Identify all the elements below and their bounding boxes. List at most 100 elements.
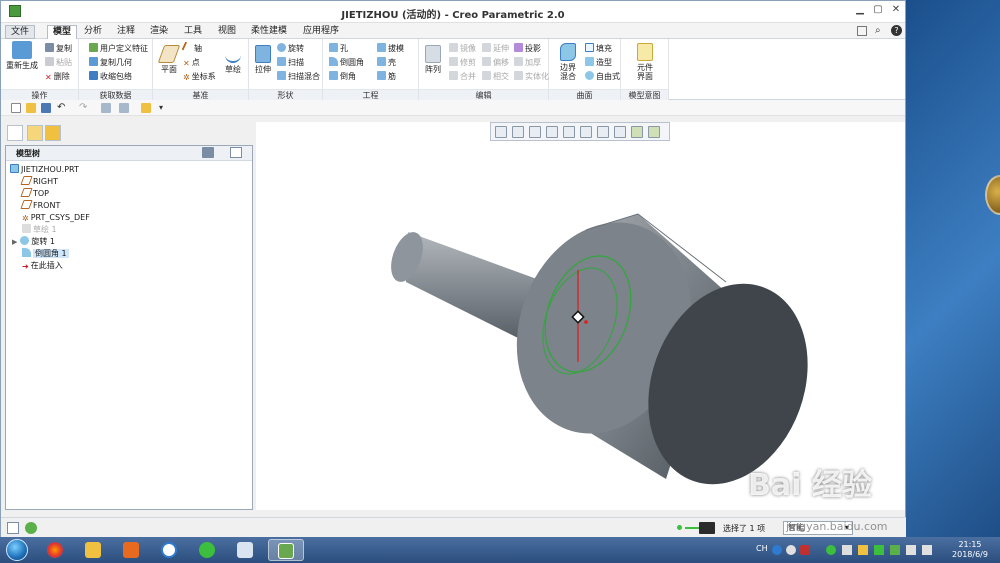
tab-analysis[interactable]: 分析	[79, 25, 107, 39]
plane-button[interactable]: 平面	[156, 43, 182, 74]
redo-icon[interactable]: ↷	[79, 103, 89, 113]
shrinkwrap-button[interactable]: 收缩包络	[89, 71, 132, 83]
minimize-icon[interactable]: ▁	[853, 4, 867, 16]
boundary-blend-button[interactable]: 边界混合	[551, 41, 585, 81]
tray-icon-6[interactable]	[858, 545, 868, 555]
tree-item-right[interactable]: RIGHT	[20, 176, 58, 188]
tree-settings-icon[interactable]	[202, 147, 214, 158]
taskbar-app-explorer[interactable]	[76, 539, 112, 561]
taskbar-app-media[interactable]	[114, 539, 150, 561]
chamfer-button[interactable]: 倒角	[329, 71, 356, 83]
offset-button[interactable]: 偏移	[482, 57, 509, 69]
search-icon[interactable]: ⌕	[875, 25, 881, 36]
model-tree-tab-icon[interactable]	[7, 125, 23, 141]
group-label-datum[interactable]: 基准	[153, 89, 248, 100]
copy-button[interactable]: 复制	[45, 43, 72, 55]
tray-icon-5[interactable]	[842, 545, 852, 555]
udf-button[interactable]: 用户定义特征	[89, 43, 148, 55]
tab-tools[interactable]: 工具	[179, 25, 207, 39]
csys-button[interactable]: ✲ 坐标系	[183, 71, 216, 83]
tab-applications[interactable]: 应用程序	[298, 25, 344, 39]
regenerate-qat-icon[interactable]	[101, 103, 111, 113]
tray-icon-3[interactable]	[800, 545, 810, 555]
merge-button[interactable]: 合并	[449, 71, 476, 83]
revolve-button[interactable]: 旋转	[277, 43, 304, 55]
tree-item-revolve[interactable]: ▶ 旋转 1	[12, 236, 55, 248]
tab-model[interactable]: 模型	[47, 25, 78, 39]
group-label-model-intent[interactable]: 模型意图	[621, 89, 668, 100]
clock[interactable]: 21:15 2018/6/9	[944, 540, 996, 560]
group-label-engineering[interactable]: 工程	[323, 89, 418, 100]
axis-button[interactable]: 轴	[181, 41, 202, 55]
solidify-button[interactable]: 实体化	[514, 71, 549, 83]
rib-button[interactable]: 筋	[377, 71, 396, 83]
favorites-tab-icon[interactable]	[45, 125, 61, 141]
part-model[interactable]	[256, 122, 905, 510]
tree-item-csys[interactable]: ✲ PRT_CSYS_DEF	[22, 212, 90, 224]
undo-icon[interactable]: ↶	[57, 103, 67, 113]
close-window-icon[interactable]	[141, 103, 151, 113]
customize-qat-icon[interactable]: ▾	[159, 103, 169, 113]
sketch-button[interactable]: 草绘	[221, 43, 245, 74]
tab-annotate[interactable]: 注释	[112, 25, 140, 39]
tree-item-sketch[interactable]: 草绘 1	[22, 224, 57, 236]
ribbon-collapse-icon[interactable]	[857, 26, 867, 36]
regenerate-button[interactable]: 重新生成	[5, 39, 39, 70]
taskbar-app-360[interactable]	[190, 539, 226, 561]
show-navigator-icon[interactable]	[7, 522, 19, 534]
taskbar-app-baidu-netdisk[interactable]	[152, 539, 188, 561]
style-button[interactable]: 造型	[585, 57, 612, 69]
windows-icon[interactable]	[119, 103, 129, 113]
group-label-surface[interactable]: 曲面	[549, 89, 620, 100]
tray-icon-4[interactable]	[826, 545, 836, 555]
component-interface-button[interactable]: 元件界面	[631, 41, 659, 81]
tree-item-part[interactable]: JIETIZHOU.PRT	[10, 164, 79, 176]
fill-button[interactable]: 填充	[585, 43, 612, 55]
tree-item-insert-here[interactable]: ➜ 在此插入	[22, 260, 63, 272]
tree-item-top[interactable]: TOP	[20, 188, 49, 200]
project-button[interactable]: 投影	[514, 43, 541, 55]
save-icon[interactable]	[41, 103, 51, 113]
copy-geometry-button[interactable]: 复制几何	[89, 57, 132, 69]
selection-count[interactable]: 选择了 1 项	[723, 523, 765, 534]
start-button[interactable]	[6, 539, 28, 561]
show-browser-icon[interactable]	[25, 522, 37, 534]
graphics-window[interactable]	[256, 122, 905, 510]
pattern-button[interactable]: 阵列	[421, 43, 445, 74]
round-button[interactable]: 倒圆角	[329, 57, 364, 69]
extrude-button[interactable]: 拉伸	[251, 43, 275, 74]
tray-icon-8[interactable]	[890, 545, 900, 555]
tab-flexible-modeling[interactable]: 柔性建模	[246, 25, 292, 39]
taskbar-app-paint[interactable]	[228, 539, 264, 561]
input-language[interactable]: CH	[756, 541, 768, 557]
sweep-button[interactable]: 扫描	[277, 57, 304, 69]
taskbar-app-browser[interactable]	[38, 539, 74, 561]
tray-icon-7[interactable]	[874, 545, 884, 555]
close-icon[interactable]: ✕	[889, 4, 903, 16]
hole-button[interactable]: 孔	[329, 43, 348, 55]
folder-browser-tab-icon[interactable]	[27, 125, 43, 141]
draft-button[interactable]: 拔模	[377, 43, 404, 55]
help-tray-icon[interactable]	[786, 545, 796, 555]
thicken-button[interactable]: 加厚	[514, 57, 541, 69]
network-icon[interactable]	[906, 545, 916, 555]
tree-item-front[interactable]: FRONT	[20, 200, 60, 212]
volume-icon[interactable]	[922, 545, 932, 555]
delete-button[interactable]: ✕ 删除	[45, 71, 70, 83]
tab-file[interactable]: 文件	[5, 25, 36, 39]
group-label-shape[interactable]: 形状	[249, 89, 322, 100]
expand-arrow-icon[interactable]: ▶	[12, 238, 17, 246]
intersect-button[interactable]: 相交	[482, 71, 509, 83]
taskbar-app-creo[interactable]	[268, 539, 304, 561]
group-label-get-data[interactable]: 获取数据	[79, 89, 152, 100]
tray-icon-1[interactable]	[772, 545, 782, 555]
tab-view[interactable]: 视图	[213, 25, 241, 39]
find-icon[interactable]	[699, 522, 715, 534]
new-file-icon[interactable]	[11, 103, 21, 113]
tab-render[interactable]: 渲染	[145, 25, 173, 39]
help-icon[interactable]: ?	[891, 25, 902, 36]
extend-button[interactable]: 延伸	[482, 43, 509, 55]
shell-button[interactable]: 壳	[377, 57, 396, 69]
maximize-icon[interactable]: ▢	[871, 4, 885, 16]
group-label-operations[interactable]: 操作	[1, 89, 78, 100]
